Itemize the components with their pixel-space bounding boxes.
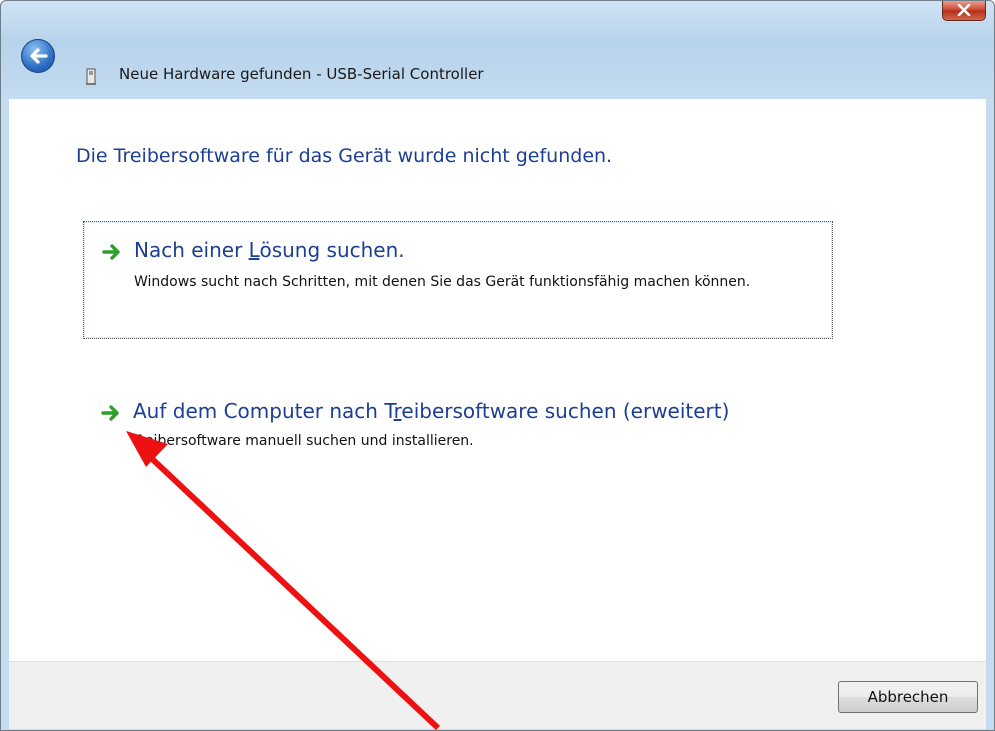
option-browse-computer[interactable]: Auf dem Computer nach Treibersoftware su…	[83, 391, 833, 463]
option-description: Windows sucht nach Schritten, mit denen …	[134, 274, 751, 290]
close-button[interactable]	[942, 1, 986, 21]
back-arrow-icon	[30, 48, 48, 64]
option-title: Nach einer Lösung suchen.	[134, 238, 405, 262]
cancel-button[interactable]: Abbrechen	[838, 681, 978, 713]
page-heading: Die Treibersoftware für das Gerät wurde …	[76, 145, 613, 167]
footer-bar: Abbrechen	[9, 661, 986, 729]
green-arrow-icon	[101, 405, 119, 421]
wizard-window: Neue Hardware gefunden - USB-Serial Cont…	[0, 0, 995, 731]
window-title: Neue Hardware gefunden - USB-Serial Cont…	[119, 65, 484, 83]
option-search-solution[interactable]: Nach einer Lösung suchen. Windows sucht …	[83, 221, 833, 339]
content-area: Die Treibersoftware für das Gerät wurde …	[9, 99, 986, 661]
option-description: Treibersoftware manuell suchen und insta…	[133, 433, 474, 449]
back-button[interactable]	[21, 39, 55, 73]
green-arrow-icon	[102, 244, 120, 260]
close-icon	[957, 4, 971, 16]
usb-device-icon	[86, 68, 96, 85]
option-title: Auf dem Computer nach Treibersoftware su…	[133, 399, 730, 423]
